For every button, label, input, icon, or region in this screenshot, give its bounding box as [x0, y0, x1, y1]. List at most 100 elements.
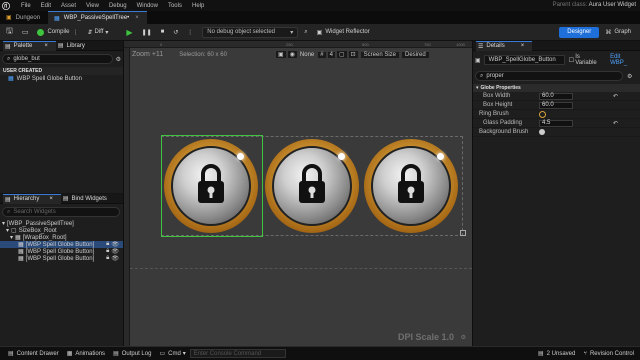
expand-icon: ▾: [6, 228, 10, 234]
grid-size[interactable]: 4: [327, 51, 335, 58]
palette-search-input[interactable]: ⌕ globe_but: [2, 54, 113, 64]
filter-icon[interactable]: ⚙: [627, 73, 632, 80]
ring-brush-swatch-icon[interactable]: [539, 110, 546, 118]
diff-label: Diff: [94, 29, 104, 35]
blueprint-toolbar: 🖫 ▭ Compile ⋮ ⇵ Diff ▾ ▶ ❚❚ ■ ↺ ⋮ No deb…: [0, 24, 640, 41]
globe-properties-category[interactable]: ▾ Globe Properties: [473, 84, 640, 92]
details-search-input[interactable]: ⌕ proper: [475, 71, 623, 81]
close-icon[interactable]: ×: [521, 43, 525, 49]
tree-row[interactable]: ▦ [WBP Spell Globe Button] 🔒︎ 👁︎: [0, 248, 123, 255]
tab-hierarchy[interactable]: ▤ Hierarchy ×: [3, 193, 61, 204]
eye-icon[interactable]: 👁︎: [111, 255, 119, 262]
hierarchy-search-input[interactable]: ⌕ Search Widgets: [2, 207, 120, 217]
output-log-button[interactable]: ▤ Output Log: [113, 350, 151, 358]
menu-tools[interactable]: Tools: [168, 3, 182, 9]
eye-icon[interactable]: 👁︎: [111, 248, 119, 255]
resize-handle[interactable]: [460, 230, 466, 236]
compile-button[interactable]: Compile ⋮: [34, 26, 81, 39]
diff-button[interactable]: ⇵ Diff ▾: [84, 26, 111, 39]
tree-row[interactable]: ▾ [WBP_PassiveSpellTree]: [0, 220, 123, 228]
parent-class-value[interactable]: Aura User Widget: [589, 2, 636, 8]
save-button[interactable]: 🖫: [3, 26, 16, 39]
box-width-input[interactable]: 60.0: [539, 92, 573, 100]
eye-icon[interactable]: 👁︎: [111, 241, 119, 248]
tab-bind-label: Bind Widgets: [71, 195, 107, 202]
widget-reflector-button[interactable]: ▣ Widget Reflector: [314, 26, 373, 39]
close-icon[interactable]: ×: [44, 43, 48, 49]
background-brush-swatch-icon[interactable]: [539, 129, 545, 135]
box-height-input[interactable]: 60.0: [539, 101, 573, 109]
find-button[interactable]: ⌕: [301, 26, 310, 39]
fill-icon[interactable]: ⊡: [348, 51, 358, 58]
tab-bind-widgets[interactable]: ▤ Bind Widgets: [61, 194, 115, 204]
glass-padding-input[interactable]: 4.5: [539, 119, 573, 127]
debug-object-select[interactable]: No debug object selected ▾: [202, 26, 299, 38]
spell-globe-button[interactable]: [265, 139, 359, 233]
revision-control-button[interactable]: ⑂ Revision Control: [583, 351, 634, 357]
expand-icon: ▾: [10, 235, 14, 241]
play-options-button[interactable]: ⋮: [184, 26, 196, 39]
play-button[interactable]: ▶: [123, 26, 135, 39]
reset-icon[interactable]: ↶: [613, 93, 618, 100]
tab-palette[interactable]: ▤ Palette ×: [3, 40, 56, 51]
close-icon[interactable]: ×: [49, 196, 53, 202]
browse-button[interactable]: ▭: [19, 26, 32, 39]
menu-file[interactable]: File: [21, 3, 31, 9]
desired-select[interactable]: Desired: [402, 51, 429, 58]
spell-globe-button[interactable]: [364, 139, 458, 233]
menu-window[interactable]: Window: [137, 3, 158, 9]
lock-icon[interactable]: 🔒︎: [106, 255, 109, 262]
designer-mode-button[interactable]: Designer: [559, 26, 600, 38]
close-icon[interactable]: ×: [135, 15, 139, 21]
settings-icon[interactable]: ⚙: [116, 56, 121, 63]
lock-icon[interactable]: 🔒︎: [106, 248, 109, 255]
none-label[interactable]: None: [300, 52, 314, 58]
tab-library[interactable]: ▤ Library: [56, 41, 93, 51]
gear-icon[interactable]: ⚙: [461, 334, 466, 341]
palette-category[interactable]: USER CREATED: [0, 67, 123, 75]
console-command-input[interactable]: Enter Console Command: [189, 349, 286, 358]
tab-wbp-passive-spell-tree[interactable]: ▦ WBP_PassiveSpellTree• ×: [48, 11, 147, 24]
chevron-down-icon[interactable]: ⋮: [72, 29, 78, 36]
edit-blueprint-link[interactable]: Edit WBP_: [610, 54, 638, 66]
palette-search-value: globe_but: [13, 56, 40, 62]
respect-locks-icon[interactable]: ▢: [336, 51, 347, 58]
menu-asset[interactable]: Asset: [61, 3, 76, 9]
palette-item[interactable]: ▦ WBP Spell Globe Button: [0, 75, 123, 83]
prop-ring-brush: Ring Brush: [473, 110, 640, 119]
grid-icon[interactable]: #: [318, 51, 326, 58]
tree-label: SizeBox_Root: [18, 227, 57, 234]
lock-icon[interactable]: 🔒︎: [106, 241, 109, 248]
tree-row[interactable]: ▾ ▢ SizeBox_Root: [0, 227, 123, 235]
designer-canvas[interactable]: 0 250 500 750 1000 Zoom +11 Selection: 6…: [124, 41, 472, 346]
pause-button[interactable]: ❚❚: [139, 26, 155, 39]
step-button[interactable]: ↺: [170, 26, 181, 39]
localization-icon[interactable]: ◉: [287, 51, 297, 58]
menu-debug[interactable]: Debug: [109, 3, 127, 9]
tree-row[interactable]: ▦ [WBP Spell Globe Button] 🔒︎ 👁︎: [0, 255, 123, 262]
is-variable-checkbox[interactable]: ☐: [569, 57, 574, 64]
graph-mode-button[interactable]: ⌘ Graph: [602, 26, 634, 39]
reset-icon[interactable]: ↶: [613, 120, 618, 127]
screen-size-select[interactable]: Screen Size: [360, 51, 400, 58]
menu-view[interactable]: View: [86, 3, 99, 9]
widget-name-field[interactable]: WBP_SpellGlobe_Button: [483, 55, 565, 65]
selection-outline[interactable]: [161, 135, 263, 237]
unreal-logo-icon[interactable]: [0, 0, 11, 11]
prop-label: Background Brush: [479, 129, 529, 135]
tab-details[interactable]: ☰ Details ×: [476, 40, 533, 51]
tree-row[interactable]: ▾ ▦ [WrapBox_Root]: [0, 234, 123, 242]
graph-label: Graph: [614, 29, 631, 35]
stop-button[interactable]: ■: [158, 26, 168, 39]
unsaved-button[interactable]: ▤ 2 Unsaved: [538, 350, 575, 358]
menu-edit[interactable]: Edit: [41, 3, 51, 9]
toolbar-toggle-icon[interactable]: ▣: [276, 51, 286, 58]
content-drawer-button[interactable]: ▤ Content Drawer: [8, 350, 59, 358]
tab-dungeon[interactable]: ▣ Dungeon: [0, 11, 48, 24]
prop-glass-padding: Glass Padding 4.5 ↶: [473, 119, 640, 128]
menu-help[interactable]: Help: [192, 3, 204, 9]
cmd-select[interactable]: ▭ Cmd ▾: [159, 350, 185, 358]
expand-icon: ▾: [476, 85, 479, 91]
tree-row[interactable]: ▦ [WBP Spell Globe Button] 🔒︎ 👁︎: [0, 241, 123, 248]
animations-button[interactable]: ▦ Animations: [67, 350, 105, 358]
